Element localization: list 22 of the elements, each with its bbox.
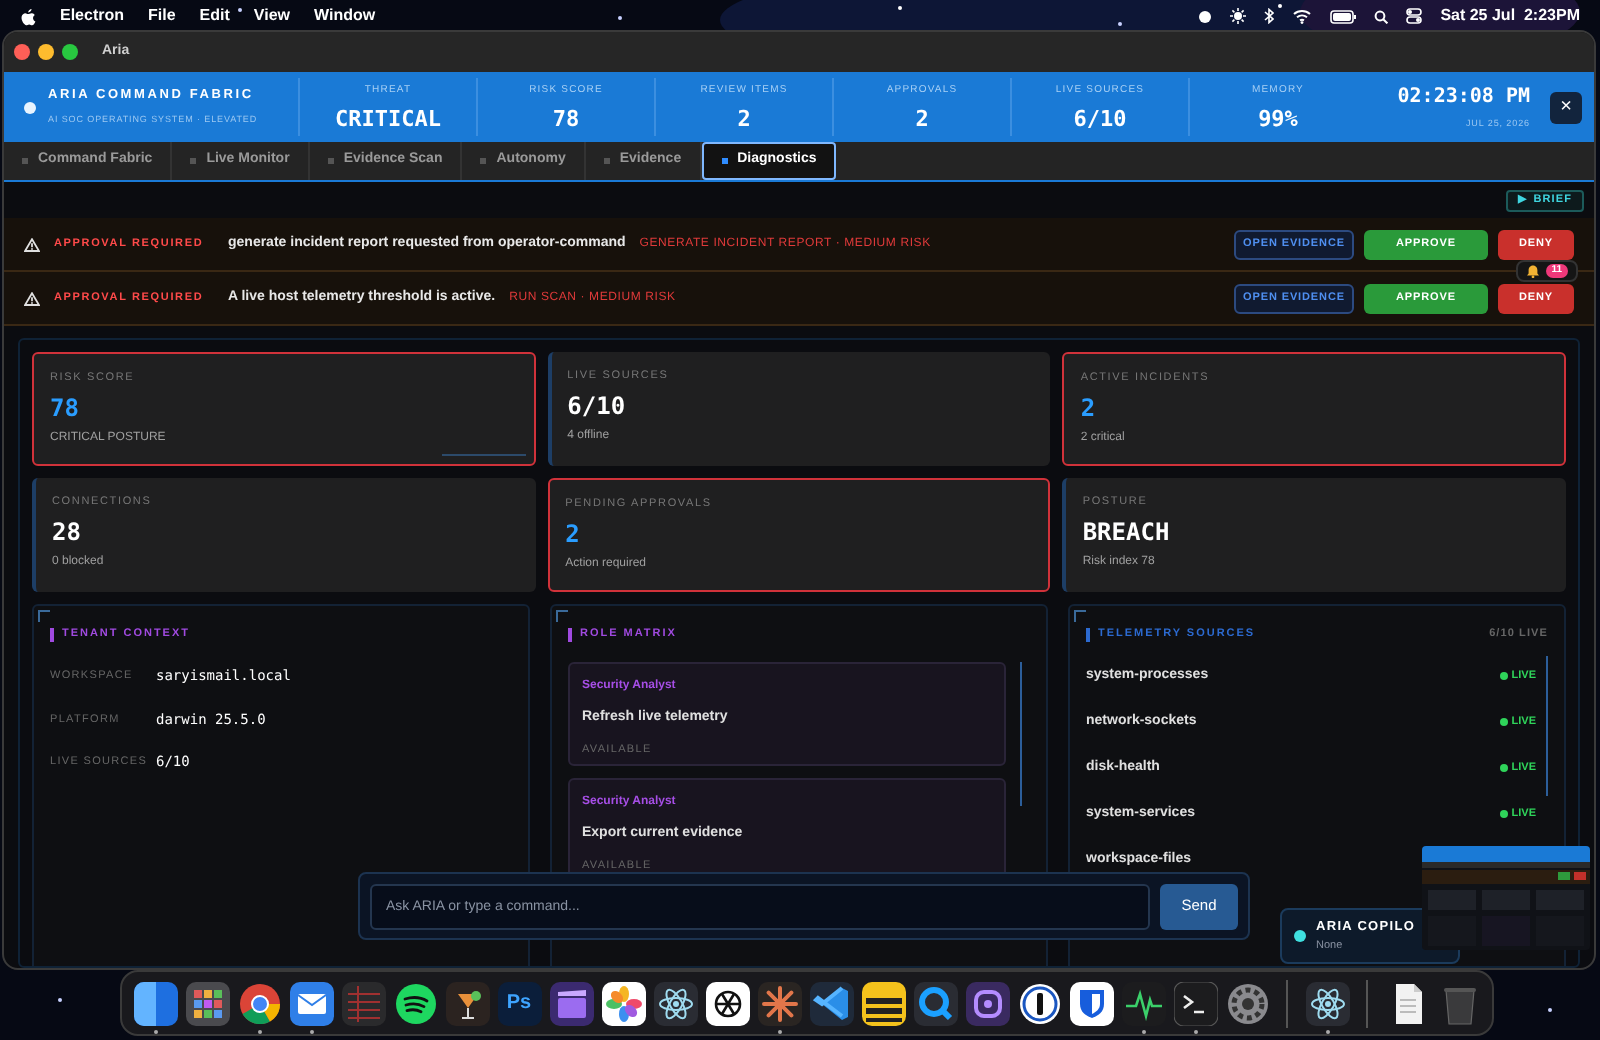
metric-value: BREACH [1082, 520, 1172, 545]
stat-value: 6/10 [1073, 107, 1127, 130]
metric-value: 2 [1080, 396, 1098, 421]
stat-value: 99% [1258, 107, 1298, 130]
metric-value: 78 [50, 396, 81, 421]
metric-value: 2 [565, 522, 582, 547]
metric-value: 6/10 [567, 394, 628, 419]
clock-time: 02:23:08 PM [1397, 84, 1530, 113]
lettered-app-icon: Ps [497, 981, 541, 1025]
close-button[interactable]: × [1550, 91, 1582, 123]
stat-value: 2 [737, 107, 751, 130]
stat-value: CRITICAL [335, 107, 441, 130]
app-menu[interactable]: Electron [60, 4, 125, 28]
dock-item[interactable]: Ps [494, 972, 544, 1034]
metric-value: 28 [52, 520, 83, 545]
menu-item[interactable]: Edit [199, 4, 230, 28]
menu-bar-clock: Sat 25 Jul 2:23PM [1440, 4, 1580, 28]
menu-item[interactable]: View [253, 4, 290, 28]
menu-item[interactable]: Window [314, 4, 376, 28]
stat-value: 2 [915, 107, 929, 130]
stat-value: 78 [552, 107, 580, 130]
menu-item[interactable]: File [148, 4, 176, 28]
